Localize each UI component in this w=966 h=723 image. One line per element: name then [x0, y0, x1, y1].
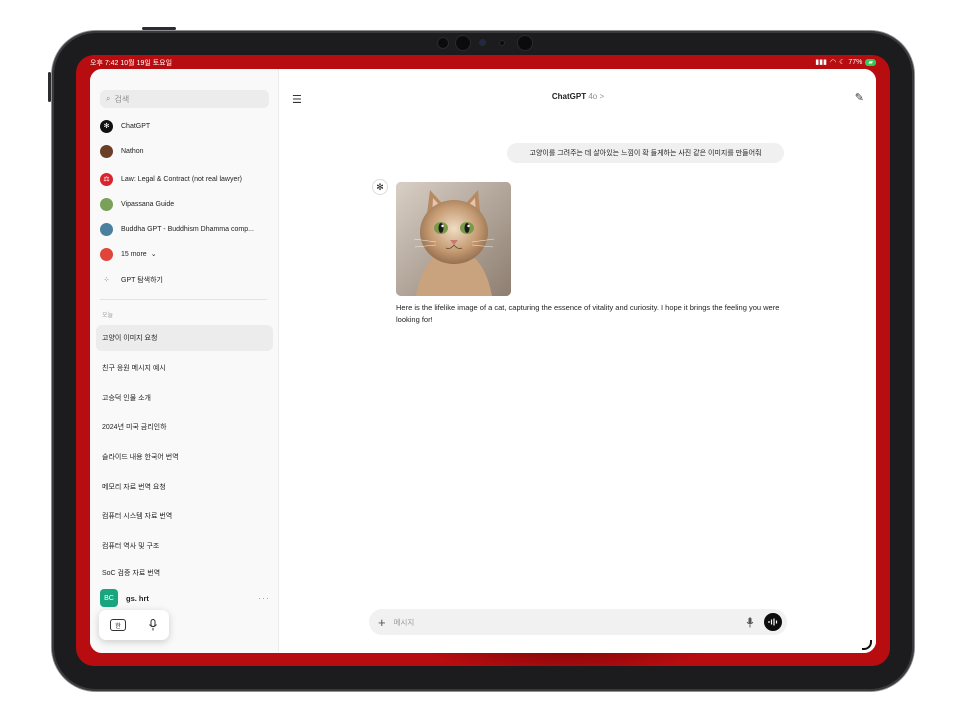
- chat-label: 고승덕 인물 소개: [102, 395, 151, 402]
- chat-item[interactable]: 슬라이드 내용 한국어 번역: [96, 444, 273, 470]
- user-message: 고양이를 그려주는 데 살아있는 느낌이 확 들게하는 사진 같은 이미지를 만…: [507, 143, 784, 163]
- chat-item[interactable]: 고양이 이미지 요청: [96, 325, 273, 351]
- divider: [100, 299, 267, 300]
- grid-icon: ⁘: [103, 277, 110, 284]
- mic-icon[interactable]: [746, 617, 754, 628]
- moon-icon: ☾: [839, 59, 846, 66]
- chat-label: SoC 검증 자료 번역: [102, 570, 161, 577]
- sensor-dot: [480, 40, 485, 45]
- keyboard-popup: 한: [99, 610, 169, 640]
- chat-item[interactable]: SoC 검증 자료 번역: [96, 563, 273, 583]
- section-label-today: 오늘: [102, 313, 114, 319]
- chat-label: 2024년 미국 금리인하: [102, 424, 167, 431]
- model-selector[interactable]: ChatGPT 4o >: [280, 92, 876, 101]
- status-bar: 오후 7:42 10월 19일 토요일 ▮▮▮ ◠ ☾ 77% ▰: [76, 55, 890, 69]
- sidebar-explore-gpts[interactable]: ⁘ GPT 탐색하기: [100, 271, 270, 289]
- dictation-mic-icon[interactable]: [148, 619, 158, 631]
- search-placeholder: 검색: [114, 94, 130, 104]
- openai-logo-icon: ✻: [100, 119, 113, 133]
- language-key[interactable]: 한: [110, 619, 126, 631]
- new-chat-icon[interactable]: ✎: [855, 91, 864, 104]
- avatar: BC: [100, 589, 118, 607]
- screen: 오후 7:42 10월 19일 토요일 ▮▮▮ ◠ ☾ 77% ▰ ••• ⌕ …: [76, 55, 890, 666]
- signal-icon: ▮▮▮: [815, 59, 827, 66]
- sidebar-gpt-law[interactable]: ⚖ Law: Legal & Contract (not real lawyer…: [100, 170, 270, 188]
- chat-item[interactable]: 고승덕 인물 소개: [96, 385, 273, 411]
- camera-bar: [432, 35, 537, 51]
- chat-item[interactable]: 2024년 미국 금리인하: [96, 414, 273, 440]
- chat-main: ☰ ChatGPT 4o > ✎ 고양이를 그려주는 데 살아있는 느낌이 확 …: [280, 69, 876, 653]
- chat-item[interactable]: 친구 응원 메시지 예시: [96, 355, 273, 381]
- status-time: 오후 7:42 10월 19일 토요일: [90, 60, 173, 67]
- sidebar-gpt-nathon[interactable]: Nathon: [100, 142, 270, 160]
- camera-lens: [518, 36, 532, 50]
- chat-label: 컴퓨터 시스템 자료 번역: [102, 513, 173, 520]
- more-options-icon[interactable]: ···: [258, 593, 270, 603]
- waveform-icon: [768, 618, 778, 626]
- search-input[interactable]: ⌕ 검색: [100, 90, 269, 108]
- sidebar-gpt-buddha[interactable]: Buddha GPT - Buddhism Dhamma comp...: [100, 220, 270, 238]
- model-name: 4o >: [588, 92, 605, 101]
- message-input[interactable]: 메시지: [394, 617, 746, 628]
- camera-lens: [456, 36, 470, 50]
- chat-label: 슬라이드 내용 한국어 번역: [102, 454, 179, 461]
- buddha-avatar-icon: [100, 222, 113, 236]
- volume-button: [48, 72, 51, 102]
- sensor-dot: [500, 41, 504, 45]
- generated-cat-image[interactable]: [396, 182, 511, 296]
- nathon-avatar-icon: [100, 144, 113, 158]
- vipassana-avatar-icon: [100, 197, 113, 211]
- plus-icon[interactable]: +: [378, 615, 386, 630]
- search-icon: ⌕: [106, 94, 111, 103]
- sidebar-gpt-chatgpt[interactable]: ✻ ChatGPT: [100, 117, 270, 135]
- sidebar-more-gpts[interactable]: 15 more ⌄: [100, 245, 270, 263]
- battery-percent: 77%: [848, 58, 863, 66]
- chat-item[interactable]: 컴퓨터 시스템 자료 번역: [96, 503, 273, 529]
- chatgpt-app-window: ••• ⌕ 검색 ✻ ChatGPT Nathon ⚖ Law: Legal &…: [90, 69, 876, 653]
- gpt-label: Buddha GPT - Buddhism Dhamma comp...: [121, 225, 254, 233]
- status-icons: ▮▮▮ ◠ ☾ 77% ▰: [815, 58, 876, 66]
- user-profile[interactable]: BC gs. hrt ···: [100, 588, 270, 608]
- user-name: gs. hrt: [126, 593, 149, 603]
- page-title: ChatGPT: [551, 92, 587, 101]
- chat-item[interactable]: 메모리 자료 번역 요청: [96, 474, 273, 500]
- top-button: [142, 27, 176, 30]
- wifi-icon: ◠: [829, 59, 837, 66]
- gpt-label: Nathon: [121, 147, 144, 155]
- more-gpts-avatar-icon: [100, 247, 113, 261]
- sidebar-gpt-vipassana[interactable]: Vipassana Guide: [100, 195, 270, 213]
- law-avatar-icon: ⚖: [100, 172, 113, 186]
- gpt-label: ChatGPT: [121, 122, 151, 130]
- assistant-message: Here is the lifelike image of a cat, cap…: [396, 303, 780, 324]
- message-composer[interactable]: + 메시지: [369, 609, 787, 635]
- sidebar: ⌕ 검색 ✻ ChatGPT Nathon ⚖ Law: Legal & Con…: [90, 69, 279, 653]
- gpt-label: 15 more: [121, 250, 147, 258]
- openai-logo-icon: ✻: [372, 179, 388, 195]
- gpt-label: GPT 탐색하기: [121, 277, 163, 284]
- chat-label: 메모리 자료 번역 요청: [102, 484, 166, 491]
- gpt-label: Law: Legal & Contract (not real lawyer): [121, 175, 242, 183]
- battery-icon: ▰: [865, 58, 876, 66]
- sensor-dot: [438, 38, 448, 48]
- chat-label: 고양이 이미지 요청: [102, 335, 158, 342]
- chevron-down-icon: ⌄: [150, 251, 157, 258]
- gpt-label: Vipassana Guide: [121, 200, 175, 208]
- chat-label: 친구 응원 메시지 예시: [102, 365, 166, 372]
- chat-label: 컴퓨터 역사 및 구조: [102, 543, 160, 550]
- cat-illustration: [396, 182, 511, 296]
- voice-mode-button[interactable]: [764, 613, 782, 631]
- chat-item[interactable]: 컴퓨터 역사 및 구조: [96, 533, 273, 559]
